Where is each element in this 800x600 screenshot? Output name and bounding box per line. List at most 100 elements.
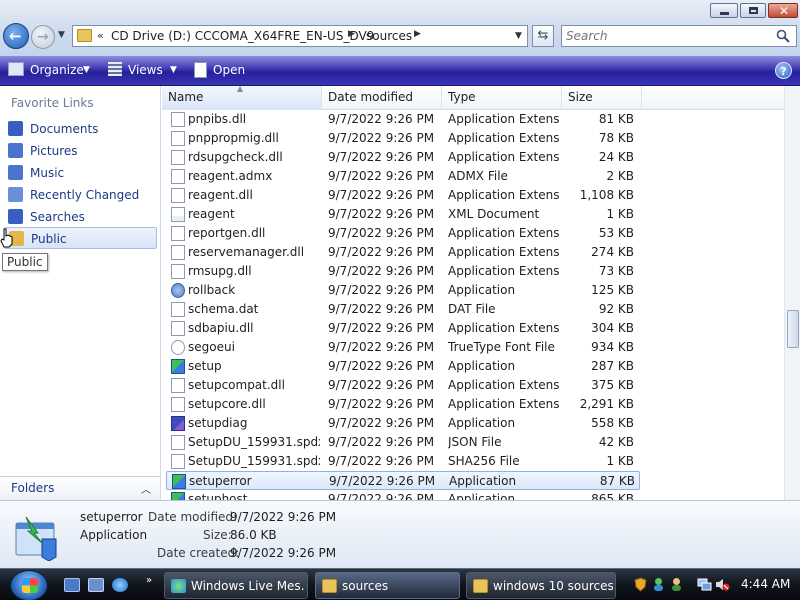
sidebar-item-music[interactable]: Music: [4, 162, 157, 184]
breadcrumb-drive[interactable]: CD Drive (D:) CCCOMA_X64FRE_EN-US_DV9: [111, 29, 374, 43]
breadcrumb-separator-icon[interactable]: ▶: [348, 29, 355, 39]
table-row[interactable]: pnppropmig.dll 9/7/2022 9:26 PM Applicatio…: [162, 129, 784, 148]
table-row[interactable]: reagent.admx 9/7/2022 9:26 PM ADMX File 2 K…: [162, 167, 784, 186]
setup-app-icon: [171, 492, 185, 500]
type-cell: TrueType Font File: [448, 340, 555, 354]
minimize-button[interactable]: [710, 3, 738, 18]
file-name-cell: segoeui: [188, 340, 235, 354]
size-cell: 304 KB: [591, 321, 634, 335]
column-header-date-modified[interactable]: Date modified: [322, 86, 442, 110]
help-icon[interactable]: ?: [775, 62, 792, 79]
table-row[interactable]: sdbapiu.dll 9/7/2022 9:26 PM Application E…: [162, 319, 784, 338]
back-button[interactable]: ←: [3, 23, 29, 49]
messenger-status-icon[interactable]: [651, 577, 666, 592]
type-cell: Application Extens...: [448, 188, 560, 202]
table-row[interactable]: setupcore.dll 9/7/2022 9:26 PM Application…: [162, 395, 784, 414]
type-cell: Application Extens...: [448, 321, 560, 335]
switch-windows-icon[interactable]: [88, 578, 104, 592]
search-input[interactable]: [566, 28, 766, 44]
table-row[interactable]: reservemanager.dll 9/7/2022 9:26 PM Applic…: [162, 243, 784, 262]
folders-bar[interactable]: Folders ︿: [0, 476, 161, 500]
breadcrumb-separator-icon[interactable]: ▶: [414, 29, 421, 39]
security-shield-icon[interactable]: [633, 577, 648, 592]
column-header-type[interactable]: Type: [442, 86, 562, 110]
start-button[interactable]: [10, 570, 48, 600]
table-row[interactable]: setup 9/7/2022 9:26 PM Application 287 KB: [162, 357, 784, 376]
music-icon: [8, 165, 23, 180]
type-cell: Application Extens...: [448, 245, 560, 259]
refresh-button[interactable]: ⇆: [532, 25, 554, 47]
table-row[interactable]: reagent 9/7/2022 9:26 PM XML Document 1 KB: [162, 205, 784, 224]
organize-button[interactable]: Organize: [30, 63, 84, 77]
date-modified-cell: 9/7/2022 9:26 PM: [328, 378, 435, 392]
breadcrumb-sources[interactable]: sources: [366, 29, 412, 43]
type-cell: Application Extens...: [448, 226, 560, 240]
details-size-label: Size:: [203, 528, 232, 542]
address-overflow-chevron[interactable]: «: [97, 29, 104, 42]
details-modified-value: 9/7/2022 9:26 PM: [230, 510, 337, 524]
table-row[interactable]: setupdiag 9/7/2022 9:26 PM Application 558 …: [162, 414, 784, 433]
favorite-links-title: Favorite Links: [11, 96, 94, 110]
chevron-up-icon[interactable]: ︿: [141, 481, 151, 496]
table-row[interactable]: pnpibs.dll 9/7/2022 9:26 PM Application Ex…: [162, 110, 784, 129]
setup-app-icon: [171, 359, 185, 374]
table-row[interactable]: reagent.dll 9/7/2022 9:26 PM Application E…: [162, 186, 784, 205]
maximize-button[interactable]: [740, 3, 766, 18]
open-button[interactable]: Open: [213, 63, 245, 77]
column-header-name[interactable]: ▲ Name: [162, 86, 322, 110]
sidebar-item-documents[interactable]: Documents: [4, 118, 157, 140]
sidebar-item-public[interactable]: Public: [4, 227, 157, 249]
file-name-cell: reagent.admx: [188, 169, 273, 183]
taskbar-button-messenger[interactable]: Windows Live Mes...: [164, 572, 308, 599]
messenger-icon: [171, 579, 186, 593]
table-row[interactable]: reportgen.dll 9/7/2022 9:26 PM Application…: [162, 224, 784, 243]
views-button[interactable]: Views: [128, 63, 163, 77]
table-row-selected[interactable]: setuperror 9/7/2022 9:26 PM Application 87 …: [166, 471, 640, 490]
table-row[interactable]: SetupDU_159931.spdx.j... 9/7/2022 9:26 PM…: [162, 452, 784, 471]
organize-dropdown-icon[interactable]: ▼: [83, 65, 90, 75]
scrollbar-thumb[interactable]: [787, 310, 799, 348]
size-cell: 287 KB: [591, 359, 634, 373]
table-row[interactable]: segoeui 9/7/2022 9:26 PM TrueType Font Fil…: [162, 338, 784, 357]
table-row[interactable]: setuphost 9/7/2022 9:26 PM Application 865 …: [162, 490, 784, 500]
sidebar-item-recently-changed[interactable]: Recently Changed: [4, 184, 157, 206]
search-icon[interactable]: [776, 29, 790, 43]
views-dropdown-icon[interactable]: ▼: [170, 65, 177, 75]
quick-launch-chevron-icon[interactable]: »: [146, 575, 152, 586]
vertical-scrollbar[interactable]: [784, 86, 800, 500]
column-header-size[interactable]: Size: [562, 86, 642, 110]
network-icon[interactable]: [697, 577, 712, 592]
table-row[interactable]: setupcompat.dll 9/7/2022 9:26 PM Applicati…: [162, 376, 784, 395]
close-button[interactable]: ✕: [768, 3, 798, 18]
address-dropdown-icon[interactable]: ▼: [515, 31, 522, 41]
sidebar-item-pictures[interactable]: Pictures: [4, 140, 157, 162]
table-row[interactable]: rollback 9/7/2022 9:26 PM Application 125 K…: [162, 281, 784, 300]
taskbar-button-windows-10-sources[interactable]: windows 10 sources: [466, 572, 616, 599]
table-row[interactable]: SetupDU_159931.spdx.j... 9/7/2022 9:26 PM…: [162, 433, 784, 452]
show-desktop-icon[interactable]: [64, 578, 80, 592]
address-bar[interactable]: « CD Drive (D:) CCCOMA_X64FRE_EN-US_DV9 …: [72, 25, 528, 47]
file-name-cell: SetupDU_159931.spdx.j...: [188, 454, 320, 468]
volume-muted-icon[interactable]: [715, 577, 730, 592]
refresh-icon: ⇆: [537, 28, 549, 43]
table-row[interactable]: schema.dat 9/7/2022 9:26 PM DAT File 92 KB: [162, 300, 784, 319]
user-icon[interactable]: [669, 577, 684, 592]
windows-logo-icon: [22, 578, 38, 593]
size-cell: 2 KB: [606, 169, 634, 183]
title-bar: ✕ ← → ▼ « CD Drive (D:) CCCOMA_X64FRE_EN…: [0, 0, 800, 56]
recent-pages-dropdown-icon[interactable]: ▼: [58, 30, 65, 40]
file-name-cell: setupcore.dll: [188, 397, 266, 411]
table-row[interactable]: rmsupg.dll 9/7/2022 9:26 PM Application Ex…: [162, 262, 784, 281]
sidebar-item-searches[interactable]: Searches: [4, 206, 157, 228]
internet-explorer-icon[interactable]: [112, 578, 128, 592]
details-pane: setuperror Application Date modified: 9/…: [0, 500, 800, 568]
forward-button[interactable]: →: [31, 25, 55, 49]
table-row[interactable]: rdsupgcheck.dll 9/7/2022 9:26 PM Applicati…: [162, 148, 784, 167]
taskbar: » Windows Live Mes... sources windows 10…: [0, 568, 800, 600]
taskbar-button-sources[interactable]: sources: [315, 572, 460, 599]
date-modified-cell: 9/7/2022 9:26 PM: [328, 435, 435, 449]
search-box[interactable]: [561, 25, 797, 47]
forward-arrow-icon: →: [37, 29, 49, 45]
file-name-cell: rdsupgcheck.dll: [188, 150, 283, 164]
details-file-type: Application: [80, 528, 148, 542]
